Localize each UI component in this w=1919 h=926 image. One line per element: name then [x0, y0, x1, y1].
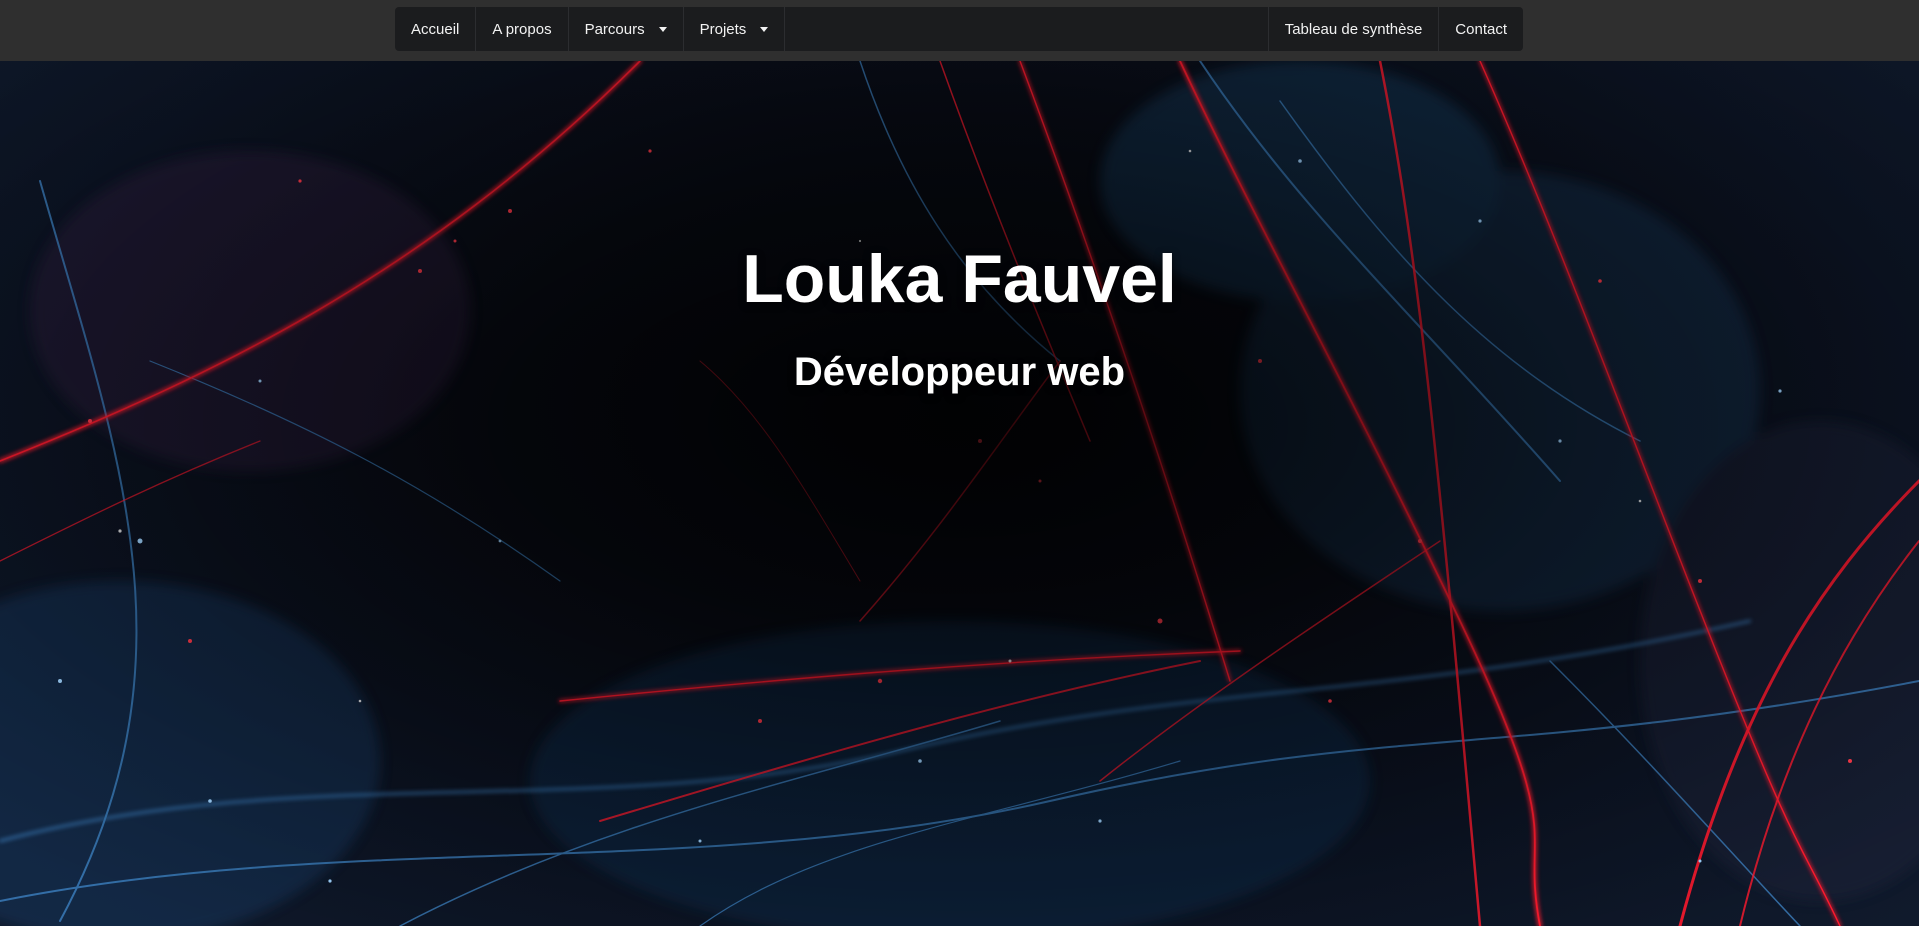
- hero-background-image: [0, 61, 1919, 926]
- nav-item-projets-dropdown[interactable]: Projets: [684, 7, 786, 51]
- nav-item-parcours-dropdown[interactable]: Parcours: [569, 7, 684, 51]
- nav-item-contact[interactable]: Contact: [1438, 7, 1523, 51]
- hero-section: Louka Fauvel Développeur web: [0, 61, 1919, 926]
- hero-title: Louka Fauvel: [742, 241, 1177, 317]
- nav-item-a-propos[interactable]: A propos: [476, 7, 569, 51]
- main-navbar: Accueil A propos Parcours Projets Tablea…: [395, 7, 1523, 51]
- nav-item-label: A propos: [492, 20, 552, 38]
- nav-item-accueil[interactable]: Accueil: [395, 7, 477, 51]
- nav-item-label: Projets: [699, 20, 747, 38]
- nav-item-label: Contact: [1455, 20, 1507, 38]
- nav-item-label: Accueil: [411, 20, 460, 38]
- hero-subtitle: Développeur web: [793, 350, 1126, 394]
- caret-down-icon: [658, 26, 667, 32]
- nav-left-group: Accueil A propos Parcours Projets: [395, 7, 786, 51]
- top-header: Accueil A propos Parcours Projets Tablea…: [0, 0, 1919, 61]
- nav-item-tableau-de-synthese[interactable]: Tableau de synthèse: [1267, 7, 1439, 51]
- nav-item-label: Tableau de synthèse: [1284, 20, 1423, 38]
- caret-down-icon: [760, 26, 769, 32]
- nav-item-label: Parcours: [584, 20, 645, 38]
- nav-right-group: Tableau de synthèse Contact: [1267, 7, 1523, 51]
